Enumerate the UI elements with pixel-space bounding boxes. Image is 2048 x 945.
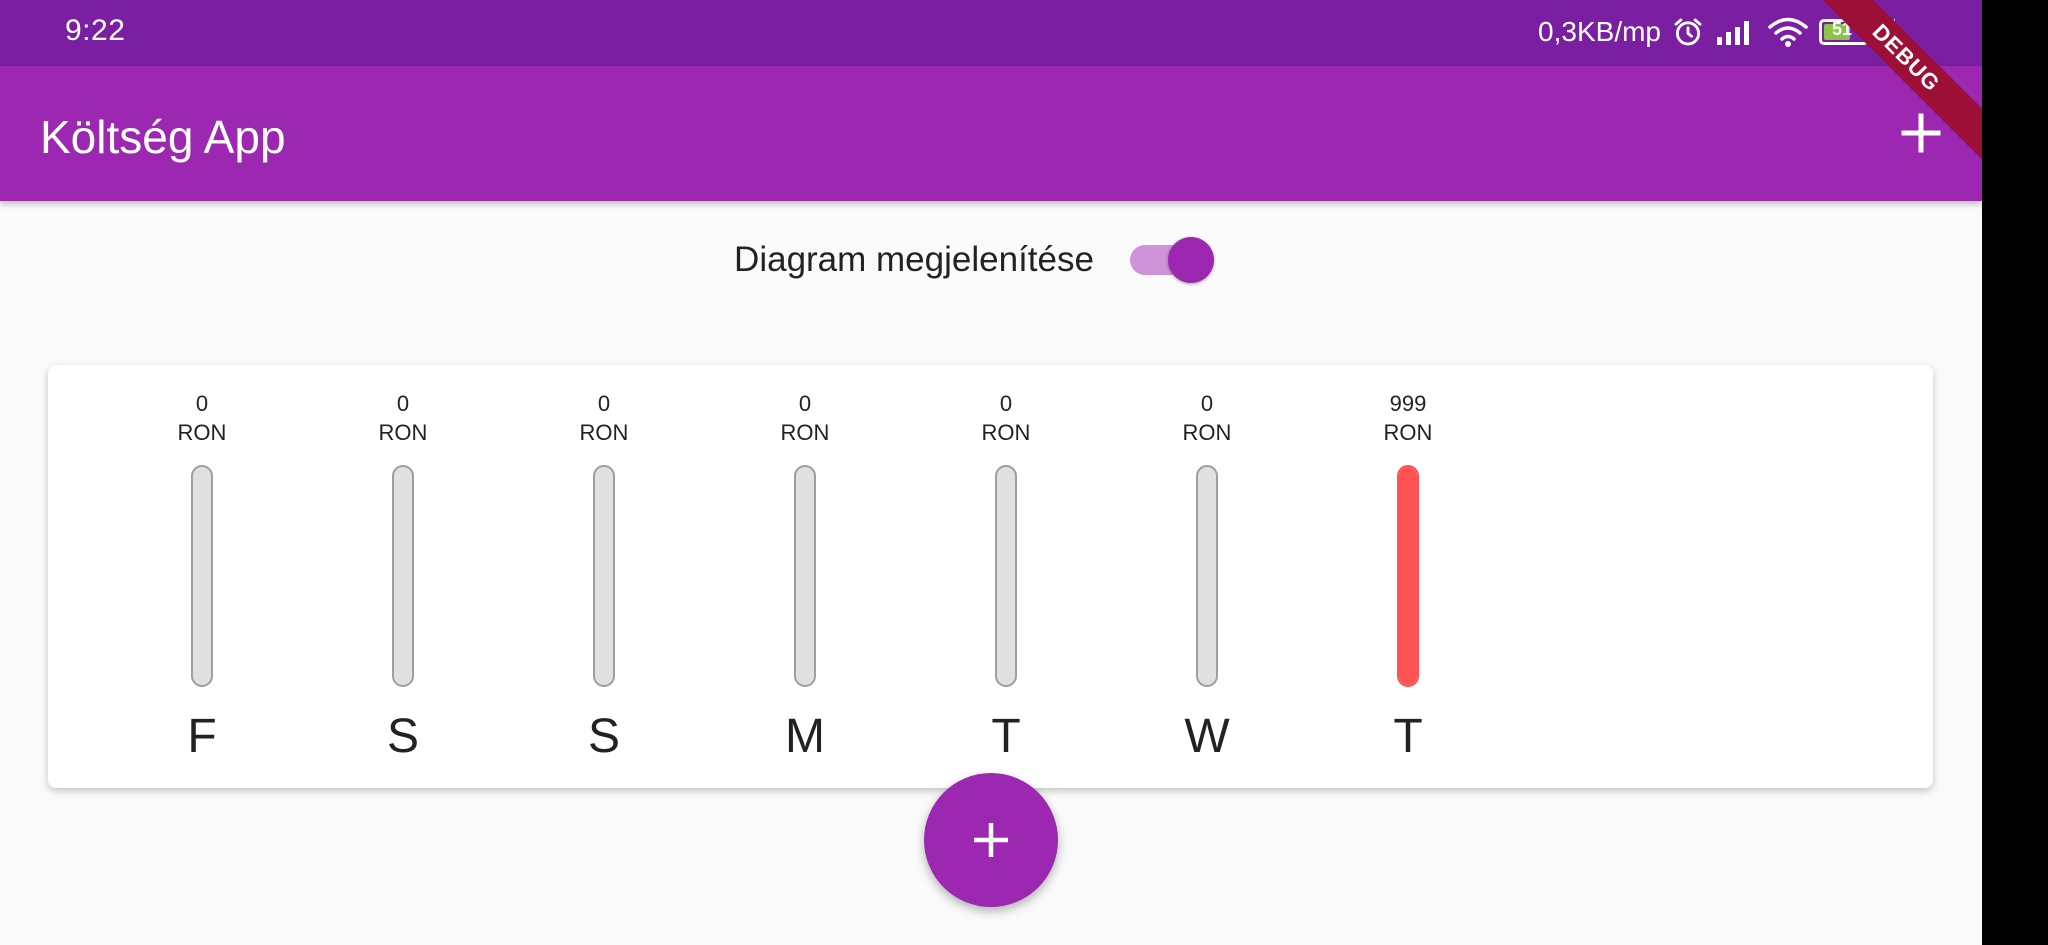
- bar-amount-value: 0: [396, 391, 410, 416]
- bar-day-label: T: [991, 710, 1021, 763]
- bar-amount-value: 999: [1389, 391, 1427, 416]
- bar-amount-unit: RON: [1182, 420, 1232, 445]
- bar-amount-value: 0: [999, 391, 1013, 416]
- add-transaction-fab[interactable]: [924, 773, 1058, 907]
- chart-card: 0 RON F 0 RON S 0 RON S 0 RON M 0 RON T 0 RON W 999 RON T: [48, 365, 1933, 788]
- bar-amount-value: 0: [1200, 391, 1214, 416]
- alarm-icon: [1671, 15, 1705, 49]
- status-bar: 9:22 0,3KB/mp 51: [0, 0, 1982, 66]
- bar-track: [995, 465, 1017, 687]
- network-speed: 0,3KB/mp: [1538, 16, 1661, 47]
- bar-fill: [1399, 467, 1417, 685]
- bar-track: [1196, 465, 1218, 687]
- switch-thumb: [1167, 237, 1214, 283]
- bar-track: [1397, 465, 1419, 687]
- bar-amount-value: 0: [195, 391, 209, 416]
- add-icon: [974, 823, 1008, 857]
- chart-bar-column: 0 RON F: [112, 365, 292, 788]
- bar-day-label: W: [1184, 710, 1230, 763]
- chart-toggle-switch[interactable]: [1128, 235, 1218, 285]
- chart-bar-column: 999 RON T: [1318, 365, 1498, 788]
- chart-toggle-label: Diagram megjelenítése: [734, 240, 1094, 279]
- bar-amount-unit: RON: [177, 420, 227, 445]
- bar-amount-label: 0 RON: [112, 389, 292, 447]
- bar-amount-label: 0 RON: [1117, 389, 1297, 447]
- app-bar: Költség App: [0, 66, 1982, 201]
- bar-track: [794, 465, 816, 687]
- app-screen: 9:22 0,3KB/mp 51 Költség App DEBUG Diagr…: [0, 0, 1982, 945]
- app-title: Költség App: [40, 111, 286, 163]
- chart-bar-column: 0 RON W: [1117, 365, 1297, 788]
- signal-icon: [1715, 17, 1757, 47]
- bar-amount-unit: RON: [1383, 420, 1433, 445]
- bar-track: [191, 465, 213, 687]
- bar-day-label: F: [187, 710, 217, 763]
- bar-day-label: S: [386, 710, 419, 763]
- bar-amount-label: 999 RON: [1318, 389, 1498, 447]
- bar-amount-unit: RON: [579, 420, 629, 445]
- wifi-icon: [1767, 16, 1809, 48]
- bar-amount-value: 0: [798, 391, 812, 416]
- chart-bar-column: 0 RON M: [715, 365, 895, 788]
- bar-track: [392, 465, 414, 687]
- bar-amount-label: 0 RON: [715, 389, 895, 447]
- bar-amount-label: 0 RON: [916, 389, 1096, 447]
- bar-amount-unit: RON: [780, 420, 830, 445]
- bar-day-label: M: [785, 710, 825, 763]
- bar-amount-unit: RON: [981, 420, 1031, 445]
- chart-bar-column: 0 RON S: [313, 365, 493, 788]
- bar-amount-value: 0: [597, 391, 611, 416]
- bar-amount-label: 0 RON: [313, 389, 493, 447]
- chart-bar-column: 0 RON T: [916, 365, 1096, 788]
- bar-day-label: T: [1393, 710, 1423, 763]
- bar-day-label: S: [587, 710, 620, 763]
- status-time: 9:22: [65, 14, 126, 47]
- chart-toggle-row: Diagram megjelenítése: [0, 230, 1982, 290]
- bar-amount-label: 0 RON: [514, 389, 694, 447]
- chart-bar-column: 0 RON S: [514, 365, 694, 788]
- bar-amount-unit: RON: [378, 420, 428, 445]
- bar-track: [593, 465, 615, 687]
